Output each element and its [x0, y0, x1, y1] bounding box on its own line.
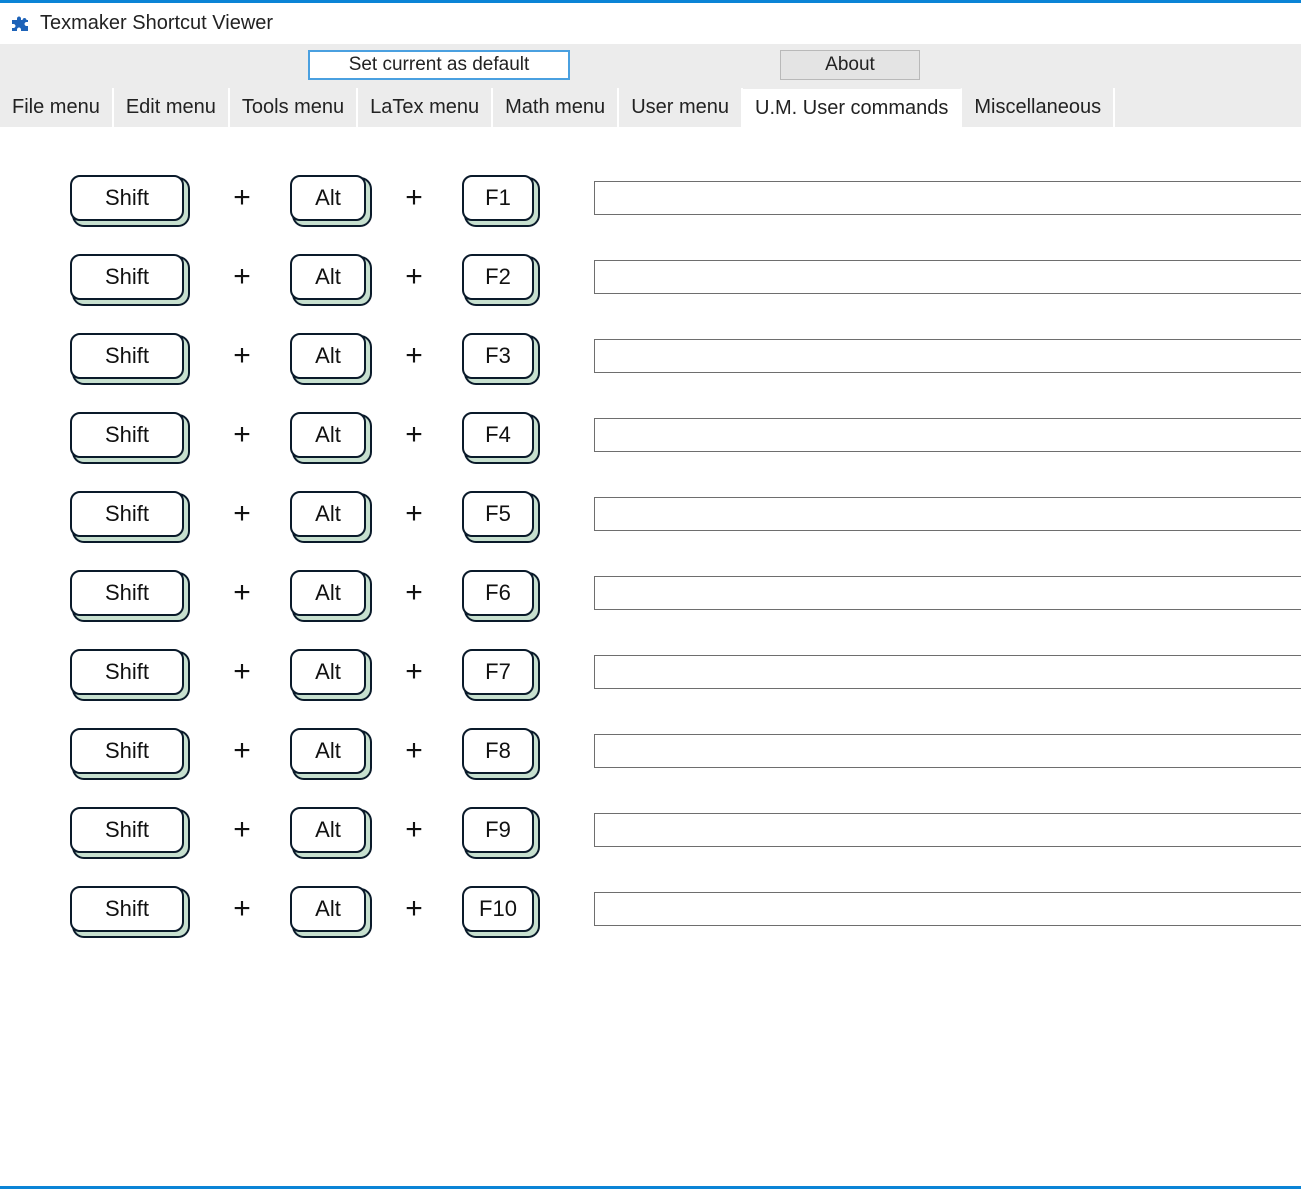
- key-alt: Alt: [290, 254, 366, 300]
- key-f4: F4: [462, 412, 534, 458]
- plus-icon: +: [388, 655, 440, 689]
- key-shift: Shift: [70, 491, 184, 537]
- key-alt: Alt: [290, 412, 366, 458]
- shortcut-row: Shift + Alt + F5: [0, 474, 1301, 553]
- tab-math-menu[interactable]: Math menu: [493, 88, 619, 127]
- shortcut-row: Shift + Alt + F2: [0, 237, 1301, 316]
- command-input[interactable]: [594, 181, 1301, 215]
- tab-miscellaneous[interactable]: Miscellaneous: [962, 88, 1115, 127]
- command-input[interactable]: [594, 497, 1301, 531]
- key-f6: F6: [462, 570, 534, 616]
- plus-icon: +: [388, 734, 440, 768]
- key-f10: F10: [462, 886, 534, 932]
- plus-icon: +: [388, 418, 440, 452]
- plus-icon: +: [388, 339, 440, 373]
- plus-icon: +: [388, 576, 440, 610]
- set-default-button[interactable]: Set current as default: [308, 50, 570, 80]
- plus-icon: +: [388, 497, 440, 531]
- tab-edit-menu[interactable]: Edit menu: [114, 88, 230, 127]
- tab-u-m-user-commands[interactable]: U.M. User commands: [743, 88, 962, 127]
- key-f1: F1: [462, 175, 534, 221]
- key-f5: F5: [462, 491, 534, 537]
- command-input[interactable]: [594, 734, 1301, 768]
- plus-icon: +: [388, 260, 440, 294]
- key-shift: Shift: [70, 570, 184, 616]
- tab-latex-menu[interactable]: LaTex menu: [358, 88, 493, 127]
- plus-icon: +: [216, 734, 268, 768]
- tab-user-menu[interactable]: User menu: [619, 88, 743, 127]
- key-alt: Alt: [290, 649, 366, 695]
- key-shift: Shift: [70, 254, 184, 300]
- plus-icon: +: [216, 339, 268, 373]
- key-alt: Alt: [290, 728, 366, 774]
- command-input[interactable]: [594, 339, 1301, 373]
- titlebar: Texmaker Shortcut Viewer: [0, 0, 1301, 44]
- command-input[interactable]: [594, 655, 1301, 689]
- tab-tools-menu[interactable]: Tools menu: [230, 88, 358, 127]
- command-input[interactable]: [594, 260, 1301, 294]
- shortcut-row: Shift + Alt + F7: [0, 632, 1301, 711]
- key-alt: Alt: [290, 570, 366, 616]
- window-title: Texmaker Shortcut Viewer: [40, 12, 273, 35]
- key-alt: Alt: [290, 886, 366, 932]
- plus-icon: +: [388, 892, 440, 926]
- key-alt: Alt: [290, 175, 366, 221]
- plus-icon: +: [216, 655, 268, 689]
- key-shift: Shift: [70, 728, 184, 774]
- shortcut-row: Shift + Alt + F1: [0, 158, 1301, 237]
- key-shift: Shift: [70, 886, 184, 932]
- command-input[interactable]: [594, 813, 1301, 847]
- shortcut-list: Shift+Alt+F1Shift+Alt+F2Shift+Alt+F3Shif…: [0, 128, 1301, 948]
- key-shift: Shift: [70, 175, 184, 221]
- plus-icon: +: [216, 813, 268, 847]
- key-shift: Shift: [70, 807, 184, 853]
- tab-file-menu[interactable]: File menu: [0, 88, 114, 127]
- key-alt: Alt: [290, 333, 366, 379]
- command-input[interactable]: [594, 892, 1301, 926]
- about-button[interactable]: About: [780, 50, 920, 80]
- plus-icon: +: [216, 418, 268, 452]
- plus-icon: +: [216, 497, 268, 531]
- key-f3: F3: [462, 333, 534, 379]
- key-shift: Shift: [70, 333, 184, 379]
- key-f7: F7: [462, 649, 534, 695]
- plus-icon: +: [216, 576, 268, 610]
- key-f9: F9: [462, 807, 534, 853]
- key-alt: Alt: [290, 807, 366, 853]
- key-shift: Shift: [70, 649, 184, 695]
- key-f8: F8: [462, 728, 534, 774]
- puzzle-icon: [8, 9, 32, 39]
- plus-icon: +: [216, 892, 268, 926]
- key-alt: Alt: [290, 491, 366, 537]
- shortcut-row: Shift + Alt + F4: [0, 395, 1301, 474]
- shortcut-row: Shift + Alt + F8: [0, 711, 1301, 790]
- command-input[interactable]: [594, 418, 1301, 452]
- shortcut-row: Shift + Alt + F10: [0, 869, 1301, 948]
- toolbar: Set current as default About: [0, 44, 1301, 88]
- key-f2: F2: [462, 254, 534, 300]
- plus-icon: +: [216, 260, 268, 294]
- key-shift: Shift: [70, 412, 184, 458]
- command-input[interactable]: [594, 576, 1301, 610]
- shortcut-row: Shift + Alt + F9: [0, 790, 1301, 869]
- plus-icon: +: [388, 813, 440, 847]
- plus-icon: +: [216, 181, 268, 215]
- shortcut-row: Shift + Alt + F3: [0, 316, 1301, 395]
- tab-bar: File menuEdit menuTools menuLaTex menuMa…: [0, 88, 1301, 128]
- shortcut-row: Shift + Alt + F6: [0, 553, 1301, 632]
- plus-icon: +: [388, 181, 440, 215]
